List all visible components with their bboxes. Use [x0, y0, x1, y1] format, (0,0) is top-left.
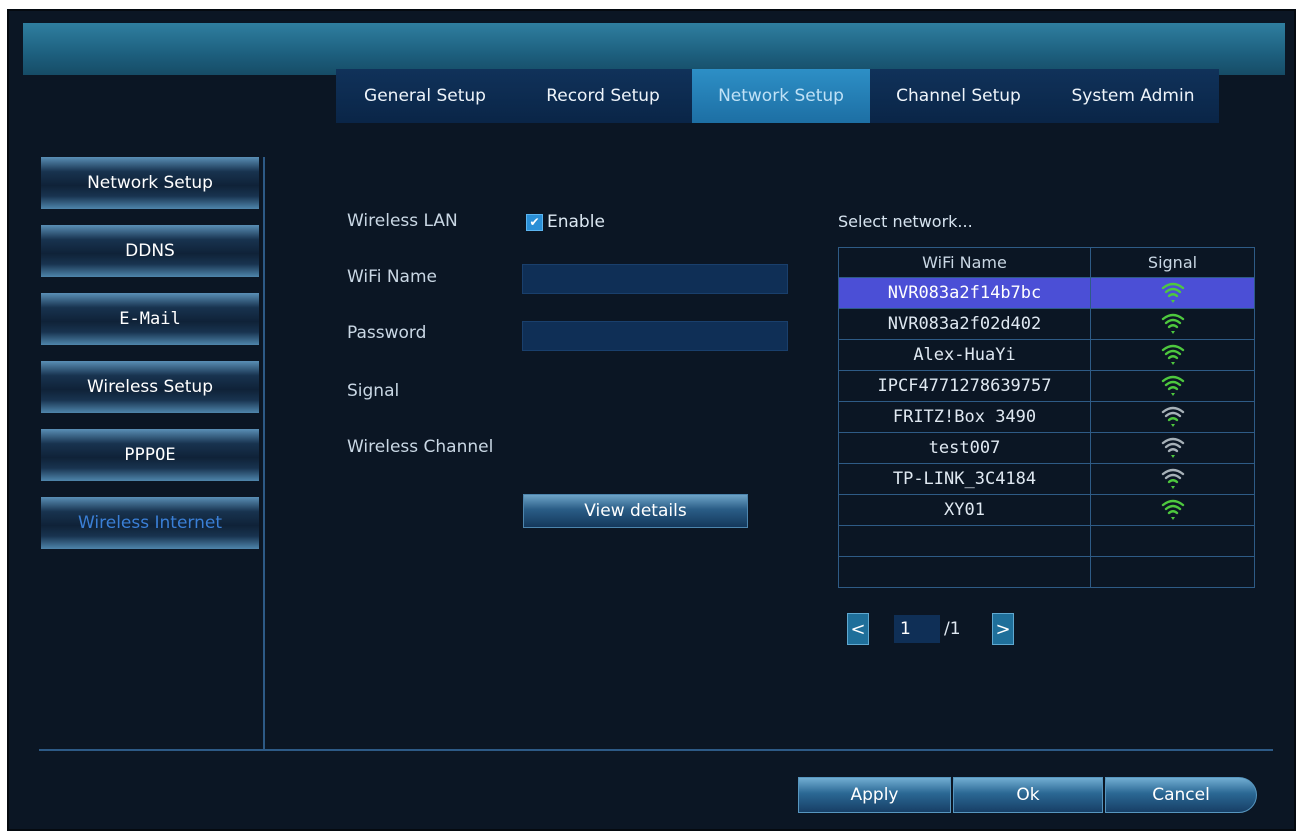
wifi-name-cell: IPCF4771278639757 — [838, 370, 1091, 402]
sidebar-item-wireless-setup[interactable]: Wireless Setup — [41, 361, 259, 413]
table-row[interactable]: TP-LINK_3C4184 — [838, 463, 1255, 495]
wireless-lan-label: Wireless LAN — [347, 211, 458, 231]
sidebar: Network Setup DDNS E-Mail Wireless Setup… — [41, 157, 259, 565]
signal-cell — [1090, 432, 1255, 464]
title-bar — [23, 23, 1285, 75]
sidebar-item-network-setup[interactable]: Network Setup — [41, 157, 259, 209]
wifi-name-cell: XY01 — [838, 494, 1091, 526]
wifi-name-cell: TP-LINK_3C4184 — [838, 463, 1091, 495]
wifi-signal-icon — [1161, 468, 1184, 489]
footer-divider — [39, 749, 1273, 751]
signal-cell — [1090, 556, 1255, 588]
page-total: /1 — [944, 619, 961, 639]
tab-system-admin[interactable]: System Admin — [1047, 69, 1219, 123]
tab-record-setup[interactable]: Record Setup — [514, 69, 692, 123]
signal-cell — [1090, 494, 1255, 526]
signal-cell — [1090, 339, 1255, 371]
table-row[interactable] — [838, 556, 1255, 588]
wifi-name-cell: test007 — [838, 432, 1091, 464]
table-row[interactable]: NVR083a2f02d402 — [838, 308, 1255, 340]
table-row[interactable] — [838, 525, 1255, 557]
wireless-channel-label: Wireless Channel — [347, 437, 494, 457]
wifi-name-cell — [838, 556, 1091, 588]
sidebar-item-wireless-internet[interactable]: Wireless Internet — [41, 497, 259, 549]
table-row[interactable]: FRITZ!Box 3490 — [838, 401, 1255, 433]
checkmark-icon: ✔ — [526, 213, 543, 231]
signal-cell — [1090, 401, 1255, 433]
wifi-signal-icon — [1161, 282, 1184, 303]
sidebar-divider — [263, 157, 265, 751]
table-header-row: WiFi Name Signal — [838, 247, 1255, 278]
wifi-signal-icon — [1161, 344, 1184, 365]
wifi-signal-icon — [1161, 375, 1184, 396]
cancel-button[interactable]: Cancel — [1105, 777, 1257, 813]
select-network-title: Select network... — [838, 212, 973, 231]
column-header-wifi-name: WiFi Name — [838, 247, 1091, 278]
wifi-name-cell: FRITZ!Box 3490 — [838, 401, 1091, 433]
enable-checkbox[interactable]: ✔ Enable — [526, 212, 605, 232]
signal-cell — [1090, 525, 1255, 557]
wifi-name-cell — [838, 525, 1091, 557]
tab-general-setup[interactable]: General Setup — [336, 69, 514, 123]
next-page-button[interactable]: > — [992, 613, 1014, 645]
signal-cell — [1090, 308, 1255, 340]
table-row[interactable]: XY01 — [838, 494, 1255, 526]
signal-cell — [1090, 370, 1255, 402]
signal-label: Signal — [347, 381, 400, 401]
table-row[interactable]: test007 — [838, 432, 1255, 464]
sidebar-item-email[interactable]: E-Mail — [41, 293, 259, 345]
signal-cell — [1090, 463, 1255, 495]
tab-channel-setup[interactable]: Channel Setup — [870, 69, 1047, 123]
sidebar-item-ddns[interactable]: DDNS — [41, 225, 259, 277]
signal-cell — [1090, 277, 1255, 309]
wifi-name-cell: Alex-HuaYi — [838, 339, 1091, 371]
wifi-signal-icon — [1161, 313, 1184, 334]
wifi-name-cell: NVR083a2f14b7bc — [838, 277, 1091, 309]
wifi-signal-icon — [1161, 437, 1184, 458]
wifi-name-cell: NVR083a2f02d402 — [838, 308, 1091, 340]
table-row[interactable]: NVR083a2f14b7bc — [838, 277, 1255, 309]
wifi-name-label: WiFi Name — [347, 267, 437, 287]
password-input[interactable] — [522, 321, 788, 351]
enable-label: Enable — [547, 212, 605, 232]
view-details-button[interactable]: View details — [523, 494, 748, 528]
wifi-signal-icon — [1161, 499, 1184, 520]
apply-button[interactable]: Apply — [798, 777, 951, 813]
password-label: Password — [347, 323, 427, 343]
dvr-window: General Setup Record Setup Network Setup… — [7, 9, 1296, 831]
ok-button[interactable]: Ok — [953, 777, 1103, 813]
tab-network-setup[interactable]: Network Setup — [692, 69, 870, 123]
sidebar-item-pppoe[interactable]: PPPOE — [41, 429, 259, 481]
column-header-signal: Signal — [1090, 247, 1255, 278]
network-table: WiFi Name Signal NVR083a2f14b7bc NVR083a2… — [838, 247, 1255, 588]
wifi-name-input[interactable] — [522, 264, 788, 294]
page-number-input[interactable] — [894, 615, 940, 643]
prev-page-button[interactable]: < — [847, 613, 869, 645]
wifi-signal-icon — [1161, 406, 1184, 427]
table-row[interactable]: Alex-HuaYi — [838, 339, 1255, 371]
main-tabs: General Setup Record Setup Network Setup… — [336, 69, 1219, 123]
table-row[interactable]: IPCF4771278639757 — [838, 370, 1255, 402]
